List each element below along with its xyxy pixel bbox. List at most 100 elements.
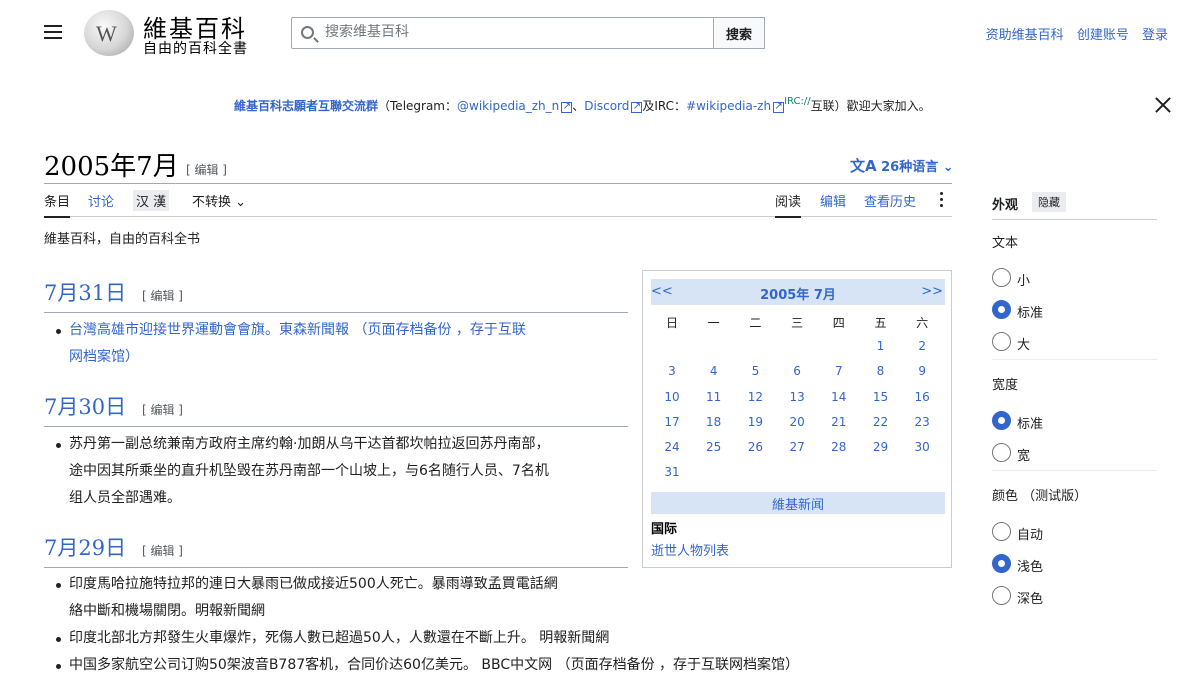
irc-link[interactable]: #wikipedia-zh bbox=[686, 99, 784, 113]
day-edit-link[interactable]: [ 编辑 ] bbox=[142, 287, 183, 304]
news-text: 途中因其所乘坐的直升机坠毁在苏丹南部一个山坡上，与6名随行人员、7名机 bbox=[69, 463, 549, 479]
calendar-next-link[interactable]: >> bbox=[921, 284, 943, 299]
news-list: 台灣高雄市迎接世界運動會會旗。東森新聞報 （页面存档备份 ，存于互联 网档案馆） bbox=[54, 317, 526, 371]
calendar-day[interactable]: 15 bbox=[860, 390, 902, 404]
news-text[interactable]: 台灣高雄市迎接世界運動會會旗。東森新聞報 （页面存档备份 ，存于互联 bbox=[69, 317, 526, 344]
calendar-weekday-row: 日一二三四五六 bbox=[651, 311, 945, 336]
news-text: 印度北部北方邦發生火車爆炸，死傷人數已超過50人，人數還在不斷上升。 明報新聞網 bbox=[69, 630, 610, 646]
calendar-day[interactable]: 24 bbox=[651, 440, 693, 454]
calendar-weekday: 二 bbox=[749, 316, 762, 330]
calendar-day[interactable]: 4 bbox=[693, 364, 735, 378]
calendar-day[interactable]: 26 bbox=[734, 440, 776, 454]
color-group-title: 颜色 （测试版） bbox=[992, 489, 1088, 504]
calendar-day[interactable]: 1 bbox=[860, 339, 902, 353]
calendar-day[interactable]: 11 bbox=[693, 390, 735, 404]
discord-link[interactable]: Discord bbox=[584, 99, 642, 113]
calendar-day[interactable]: 30 bbox=[901, 440, 943, 454]
calendar-day[interactable]: 21 bbox=[818, 415, 860, 429]
color-light-label: 浅色 bbox=[1017, 560, 1044, 575]
calendar-day[interactable]: 27 bbox=[776, 440, 818, 454]
day-heading: 7月29日 bbox=[44, 536, 127, 560]
width-standard-radio[interactable] bbox=[992, 411, 1011, 430]
text-size-small-radio[interactable] bbox=[992, 268, 1011, 287]
calendar-day[interactable]: 16 bbox=[901, 390, 943, 404]
tab-talk[interactable]: 讨论 bbox=[88, 191, 114, 216]
calendar-day[interactable]: 18 bbox=[693, 415, 735, 429]
calendar-day[interactable]: 12 bbox=[734, 390, 776, 404]
tab-edit[interactable]: 编辑 bbox=[820, 191, 846, 216]
search-button[interactable]: 搜索 bbox=[713, 17, 765, 49]
calendar-day[interactable]: 2 bbox=[901, 339, 943, 353]
calendar-day[interactable]: 5 bbox=[734, 364, 776, 378]
chevron-down-icon: ⌄ bbox=[942, 160, 954, 175]
calendar-day[interactable]: 19 bbox=[734, 415, 776, 429]
news-text: 组人员全部遇难。 bbox=[69, 490, 181, 506]
text-size-standard-radio[interactable] bbox=[992, 300, 1011, 319]
donate-link[interactable]: 资助维基百科 bbox=[986, 28, 1064, 43]
variant-simp[interactable]: 汉 bbox=[136, 195, 149, 210]
text-size-group-title: 文本 bbox=[992, 236, 1019, 251]
calendar-day[interactable]: 7 bbox=[818, 364, 860, 378]
calendar-week-row: 3456789 bbox=[651, 361, 945, 386]
calendar-day[interactable]: 17 bbox=[651, 415, 693, 429]
calendar-title[interactable]: 2005年 7月 bbox=[651, 284, 945, 303]
text-size-large-label: 大 bbox=[1017, 338, 1031, 353]
irc-sup: IRC:// bbox=[784, 96, 811, 107]
calendar-day[interactable]: 9 bbox=[901, 364, 943, 378]
calendar-day[interactable]: 10 bbox=[651, 390, 693, 404]
variant-switch[interactable]: 汉 漢 bbox=[133, 190, 170, 211]
search-input[interactable] bbox=[325, 24, 705, 40]
wikinews-link[interactable]: 維基新闻 bbox=[651, 492, 945, 514]
community-group-link[interactable]: 維基百科志願者互聯交流群 bbox=[234, 99, 378, 113]
calendar-day[interactable]: 14 bbox=[818, 390, 860, 404]
color-dark-radio[interactable] bbox=[992, 586, 1011, 605]
login-link[interactable]: 登录 bbox=[1142, 28, 1168, 43]
day-divider bbox=[44, 567, 628, 568]
calendar-day[interactable]: 13 bbox=[776, 390, 818, 404]
appearance-hide-button[interactable]: 隐藏 bbox=[1032, 192, 1066, 212]
calendar-day[interactable]: 31 bbox=[651, 465, 693, 479]
variant-dropdown[interactable]: 不转换 ⌄ bbox=[192, 191, 246, 216]
width-group-title: 宽度 bbox=[992, 378, 1019, 393]
calendar-day[interactable]: 8 bbox=[860, 364, 902, 378]
wikipedia-globe-logo[interactable] bbox=[84, 10, 134, 56]
main-menu-icon[interactable] bbox=[44, 25, 62, 39]
width-wide-radio[interactable] bbox=[992, 443, 1011, 462]
tab-read[interactable]: 阅读 bbox=[775, 191, 802, 218]
create-account-link[interactable]: 创建账号 bbox=[1077, 28, 1129, 43]
title-edit-link[interactable]: [ 编辑 ] bbox=[186, 161, 227, 178]
calendar-section-title: 国际 bbox=[651, 522, 678, 537]
calendar-day[interactable]: 6 bbox=[776, 364, 818, 378]
color-light-radio[interactable] bbox=[992, 554, 1011, 573]
calendar-day[interactable]: 25 bbox=[693, 440, 735, 454]
notice-sep: 、 bbox=[572, 99, 585, 113]
width-wide-label: 宽 bbox=[1017, 449, 1031, 464]
telegram-link[interactable]: @wikipedia_zh_n bbox=[457, 99, 572, 113]
day-edit-link[interactable]: [ 编辑 ] bbox=[142, 542, 183, 559]
day-divider bbox=[44, 312, 628, 313]
text-size-large-radio[interactable] bbox=[992, 332, 1011, 351]
user-links: 资助维基百科 创建账号 登录 bbox=[977, 24, 1168, 43]
notice-text-prefix: （Telegram： bbox=[378, 99, 458, 113]
variant-trad[interactable]: 漢 bbox=[153, 195, 166, 210]
color-auto-radio[interactable] bbox=[992, 522, 1011, 541]
calendar-day[interactable]: 23 bbox=[901, 415, 943, 429]
day-edit-link[interactable]: [ 编辑 ] bbox=[142, 401, 183, 418]
search-box bbox=[291, 17, 714, 49]
calendar-week-row: 24 25 26 27 28 29 30 bbox=[651, 437, 945, 462]
close-icon[interactable] bbox=[1154, 96, 1172, 114]
more-actions-icon[interactable] bbox=[940, 192, 944, 210]
calendar-day[interactable]: 22 bbox=[860, 415, 902, 429]
calendar-day[interactable]: 3 bbox=[651, 364, 693, 378]
appearance-divider bbox=[992, 219, 1157, 220]
language-button[interactable]: 文A 26种语言 ⌄ bbox=[850, 155, 954, 176]
calendar-day[interactable]: 29 bbox=[860, 440, 902, 454]
deaths-list-link[interactable]: 逝世人物列表 bbox=[651, 540, 729, 559]
tab-history[interactable]: 查看历史 bbox=[864, 191, 916, 216]
news-text[interactable]: 网档案馆） bbox=[69, 344, 526, 371]
tab-article[interactable]: 条目 bbox=[44, 191, 71, 218]
calendar-day[interactable]: 20 bbox=[776, 415, 818, 429]
logo-subtitle: 自由的百科全書 bbox=[143, 41, 248, 57]
calendar-day[interactable]: 28 bbox=[818, 440, 860, 454]
appearance-title: 外观 bbox=[992, 198, 1019, 213]
